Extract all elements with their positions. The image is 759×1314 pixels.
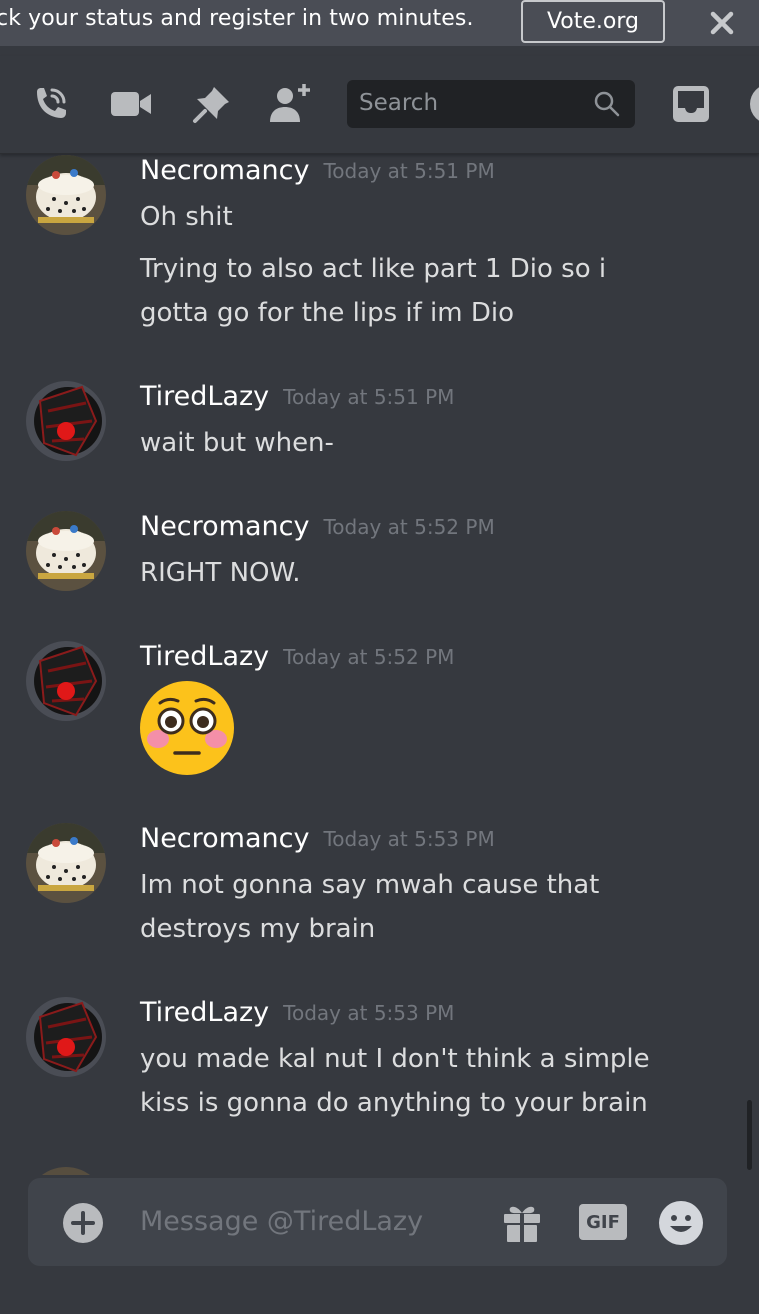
pin-icon[interactable] [190, 82, 234, 126]
gif-button[interactable]: GIF [579, 1204, 627, 1240]
video-call-icon[interactable] [109, 82, 153, 126]
message-text: Im not gonna say mwah cause that [140, 870, 600, 900]
message-timestamp: Today at 5:51 PM [283, 385, 455, 409]
message-author[interactable]: TiredLazy Today at 5:52 PM [140, 641, 454, 672]
message-input[interactable]: Message @TiredLazy [140, 1206, 423, 1237]
message-author[interactable]: Necromancy Today at 5:51 PM [140, 155, 495, 186]
inbox-icon[interactable] [669, 82, 713, 126]
message-timestamp: Today at 5:52 PM [323, 515, 495, 539]
message-timestamp: Today at 5:51 PM [323, 159, 495, 183]
search-input[interactable]: Search [347, 80, 635, 128]
message-text: Trying to also act like part 1 Dio so i [140, 254, 607, 284]
avatar-tiredlazy[interactable] [26, 381, 106, 461]
search-placeholder: Search [359, 90, 439, 116]
message-text: kiss is gonna do anything to your brain [140, 1088, 648, 1118]
search-icon [594, 91, 620, 117]
message-author[interactable]: Necromancy Today at 5:52 PM [140, 511, 495, 542]
avatar-necromancy[interactable] [26, 1167, 106, 1175]
message-timestamp: Today at 5:52 PM [283, 645, 455, 669]
notice-bar: ck your status and register in two minut… [0, 0, 759, 46]
message-composer: Message @TiredLazy GIF [28, 1178, 727, 1266]
author-name[interactable]: Necromancy [140, 823, 309, 854]
message-list: Necromancy Today at 5:51 PM Oh shit Tryin… [0, 155, 759, 1175]
message-text: Oh shit [140, 202, 233, 232]
avatar-tiredlazy[interactable] [26, 641, 106, 721]
help-icon[interactable] [748, 82, 759, 126]
author-name[interactable]: Necromancy [140, 511, 309, 542]
add-friend-icon[interactable] [268, 82, 312, 126]
notice-text: ck your status and register in two minut… [0, 6, 474, 31]
message-timestamp: Today at 5:53 PM [323, 827, 495, 851]
message-author[interactable]: TiredLazy Today at 5:53 PM [140, 997, 454, 1028]
message-text: RIGHT NOW. [140, 558, 301, 588]
channel-header-toolbar: Search [0, 56, 759, 154]
author-name[interactable]: TiredLazy [140, 997, 269, 1028]
avatar-necromancy[interactable] [26, 511, 106, 591]
call-icon[interactable] [28, 82, 72, 126]
scrollbar[interactable] [747, 1100, 752, 1170]
add-attachment-icon[interactable] [62, 1202, 104, 1244]
avatar-tiredlazy[interactable] [26, 997, 106, 1077]
avatar-necromancy[interactable] [26, 155, 106, 235]
gift-icon[interactable] [500, 1200, 544, 1244]
message-text: wait but when- [140, 428, 334, 458]
emoji-picker-icon[interactable] [658, 1200, 704, 1246]
flushed-face-emoji[interactable] [138, 679, 236, 777]
message-timestamp: Today at 5:53 PM [283, 1001, 455, 1025]
message-author[interactable]: Necromancy Today at 5:53 PM [140, 823, 495, 854]
author-name[interactable]: Necromancy [140, 155, 309, 186]
avatar-necromancy[interactable] [26, 823, 106, 903]
message-author[interactable]: TiredLazy Today at 5:51 PM [140, 381, 454, 412]
author-name[interactable]: TiredLazy [140, 381, 269, 412]
author-name[interactable]: TiredLazy [140, 641, 269, 672]
vote-org-button[interactable]: Vote.org [521, 0, 665, 43]
message-text: gotta go for the lips if im Dio [140, 298, 514, 328]
message-text: you made kal nut I don't think a simple [140, 1044, 650, 1074]
close-icon[interactable] [708, 9, 736, 37]
message-text: destroys my brain [140, 914, 376, 944]
